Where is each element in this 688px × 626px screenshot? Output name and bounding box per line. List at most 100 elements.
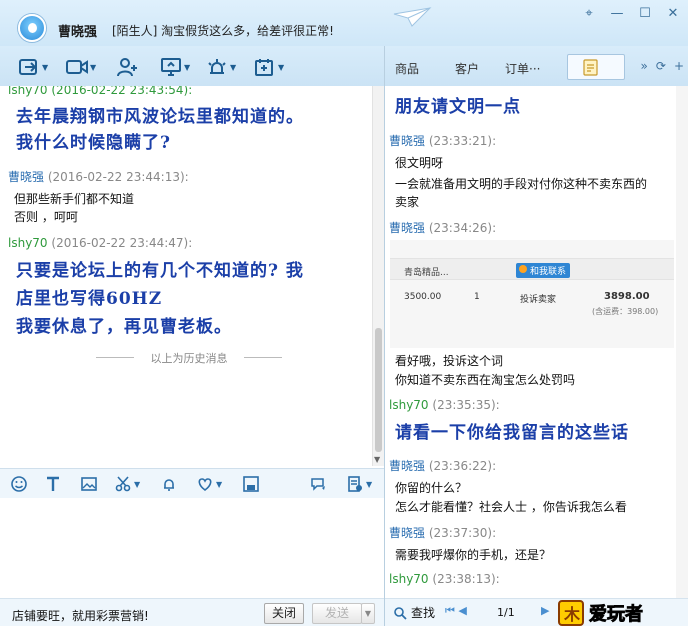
- message-header: 曹晓强 (23:34:26):: [389, 219, 496, 236]
- tab-products[interactable]: 商品: [395, 60, 419, 77]
- find-button[interactable]: 查找: [393, 604, 435, 621]
- add-tab-icon[interactable]: +: [674, 59, 684, 73]
- scissors-icon: [115, 476, 131, 492]
- record-scrollbar[interactable]: [676, 86, 688, 598]
- send-options-button[interactable]: ▼: [361, 603, 375, 624]
- more-tools-button[interactable]: ▼: [346, 475, 372, 493]
- paper-plane-icon: [393, 7, 432, 27]
- order-total: 3898.00: [604, 291, 650, 302]
- screen-share-icon: [161, 58, 181, 76]
- page-indicator: 1/1: [497, 606, 515, 619]
- scrollbar-thumb[interactable]: [375, 328, 382, 452]
- message-time: (2016-02-22 23:44:13):: [47, 170, 189, 184]
- font-icon: [47, 476, 59, 491]
- message-big-line: 去年晨翔钢市风波论坛里都知道的。: [16, 107, 304, 127]
- message-time: (23:34:26):: [428, 221, 497, 235]
- image-button[interactable]: [80, 475, 98, 493]
- remote-assist-button[interactable]: ▼: [206, 56, 236, 78]
- save-icon: [243, 476, 259, 492]
- promo-link[interactable]: 店铺要旺，就用彩票营销!: [12, 607, 149, 624]
- message-header: lshy70 (2016-02-22 23:43:54):: [8, 86, 192, 97]
- chevron-right-icon[interactable]: »: [641, 59, 648, 73]
- tab-chat-record[interactable]: [567, 54, 625, 80]
- site-logo: 木 爱玩者: [558, 600, 643, 626]
- emoji-button[interactable]: [10, 475, 28, 493]
- message-time: (23:35:35):: [432, 398, 500, 412]
- transfer-icon: [19, 59, 37, 75]
- sender-name[interactable]: 曹晓强: [8, 170, 44, 184]
- smiley-icon: [11, 476, 27, 492]
- message-text: 卖家: [395, 195, 420, 209]
- message-time: (23:38:13):: [432, 572, 500, 586]
- font-button[interactable]: [44, 475, 62, 493]
- screen-share-button[interactable]: ▼: [160, 56, 190, 78]
- sender-name[interactable]: 曹晓强: [389, 134, 425, 148]
- order-quantity: 1: [474, 292, 480, 302]
- right-tabs: 商品 客户 订单··· » ⟳ +: [385, 46, 688, 86]
- contact-avatar[interactable]: [18, 14, 46, 42]
- remote-assist-icon: [208, 59, 226, 74]
- input-toolbar: ▼ ▼ ▼: [0, 468, 384, 498]
- message-input[interactable]: [0, 498, 384, 598]
- pin-icon[interactable]: ⌖: [582, 6, 596, 21]
- close-button[interactable]: 关闭: [264, 603, 304, 624]
- svg-text:木: 木: [563, 605, 581, 624]
- minimize-icon[interactable]: —: [610, 6, 624, 21]
- close-icon[interactable]: ✕: [666, 6, 680, 21]
- nudge-button[interactable]: [160, 475, 178, 493]
- favorite-button[interactable]: ▼: [196, 475, 222, 493]
- order-price: 3500.00: [404, 292, 442, 302]
- message-text: 看好哦，投诉这个词: [395, 354, 504, 368]
- sender-name[interactable]: 曹晓强: [389, 526, 425, 540]
- bottom-bar: 店铺要旺，就用彩票营销! 关闭 发送 ▼: [0, 598, 384, 626]
- first-page-icon[interactable]: ⏮ ◀: [445, 604, 467, 618]
- sender-name[interactable]: lshy70: [389, 398, 429, 412]
- chat-scrollbar[interactable]: ▼: [372, 86, 384, 466]
- message-text: 否则 ，呵呵: [14, 210, 78, 224]
- message-time: (23:33:21):: [428, 134, 497, 148]
- message-text: 一会就准备用文明的手段对付你这种不卖东西的: [395, 177, 648, 191]
- sender-name[interactable]: 曹晓强: [389, 459, 425, 473]
- calendar-add-icon: [255, 59, 273, 76]
- message-header: lshy70 (23:35:35):: [389, 398, 500, 412]
- refresh-icon[interactable]: ⟳: [656, 59, 666, 73]
- quick-reply-button[interactable]: [310, 475, 328, 493]
- message-big-line: 只要是论坛上的有几个不知道的? 我: [16, 261, 304, 281]
- message-header: 曹晓强 (2016-02-22 23:44:13):: [8, 168, 189, 185]
- order-screenshot[interactable]: 青岛精品... 和我联系 3500.00 1 投诉卖家 3898.00 (含运费…: [390, 240, 674, 348]
- chat-history-panel: lshy70 (2016-02-22 23:43:54): 去年晨翔钢市风波论坛…: [0, 86, 384, 468]
- sender-name[interactable]: 曹晓强: [389, 221, 425, 235]
- video-call-button[interactable]: ▼: [66, 56, 96, 78]
- add-user-icon: [117, 58, 137, 77]
- app-add-button[interactable]: ▼: [254, 56, 284, 78]
- send-button[interactable]: 发送: [312, 603, 362, 624]
- chat-record-icon: [583, 59, 598, 76]
- message-text: 很文明呀: [395, 156, 444, 170]
- sender-name[interactable]: lshy70: [8, 236, 48, 250]
- message-header: lshy70 (23:38:13):: [389, 572, 500, 586]
- message-header: 曹晓强 (23:37:30):: [389, 524, 496, 541]
- contact-name[interactable]: 曹晓强: [58, 21, 97, 40]
- message-text: 需要我呼爆你的手机，还是？: [395, 548, 552, 562]
- find-label: 查找: [411, 606, 436, 620]
- next-page-icon[interactable]: ▶: [541, 604, 549, 617]
- message-text: 怎么才能看懂？社会人士 ，你告诉我怎么看: [395, 500, 627, 514]
- tab-orders[interactable]: 订单···: [505, 60, 540, 77]
- scroll-down-icon[interactable]: ▼: [374, 455, 380, 464]
- message-time: (2016-02-22 23:44:47):: [51, 236, 193, 250]
- transfer-button[interactable]: ▼: [18, 56, 48, 78]
- order-action: 投诉卖家: [520, 295, 557, 305]
- tab-customers[interactable]: 客户: [455, 60, 479, 77]
- sender-name[interactable]: lshy70: [389, 572, 429, 586]
- logo-text: 爱玩者: [589, 604, 643, 625]
- video-camera-icon: [66, 60, 88, 74]
- record-footer: 查找 ⏮ ◀ 1/1 ▶ 木 爱玩者: [385, 598, 688, 626]
- save-button[interactable]: [242, 475, 260, 493]
- add-contact-button[interactable]: [116, 56, 138, 78]
- message-time: (23:37:30):: [428, 526, 497, 540]
- maximize-icon[interactable]: ☐: [638, 6, 652, 21]
- message-text: 你知道不卖东西在淘宝怎么处罚吗: [395, 373, 576, 387]
- screenshot-button[interactable]: ▼: [114, 475, 140, 493]
- message-big-line: 朋友请文明一点: [395, 97, 521, 117]
- message-text: 你留的什么？: [395, 481, 468, 495]
